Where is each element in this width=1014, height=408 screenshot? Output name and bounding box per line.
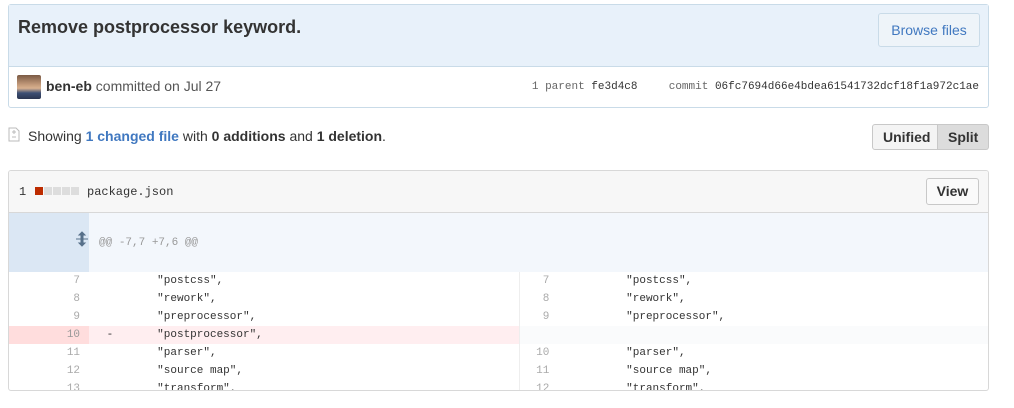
commit-sha: 06fc7694d66e4bdea61541732dcf18f1a972c1ae <box>714 81 979 93</box>
left-code: "preprocessor", <box>130 308 520 326</box>
diff-row: 11 "parser", 10 "parser", <box>9 344 988 362</box>
additions-count: 0 additions <box>211 128 286 144</box>
diffstat-count: 1 <box>19 185 27 199</box>
right-line-number: 7 <box>542 275 550 287</box>
parent-label: 1 parent <box>531 81 585 93</box>
diff-summary-text: Showing 1 changed file with 0 additions … <box>28 128 386 144</box>
left-line-number: 12 <box>66 365 81 377</box>
hunk-text: @@ -7,7 +7,6 @@ <box>89 213 988 272</box>
left-code: "source map", <box>130 362 520 380</box>
file-header: 1 package.json View <box>9 171 988 213</box>
right-line-number <box>519 326 559 344</box>
left-line-number: 9 <box>73 311 81 323</box>
right-marker <box>558 362 599 380</box>
left-code: "rework", <box>130 290 520 308</box>
left-line-number: 10 <box>9 326 90 344</box>
right-code: "rework", <box>599 293 686 305</box>
right-code: "preprocessor", <box>599 311 726 323</box>
diff-row: 13 "transform", 12 "transform", <box>9 380 988 391</box>
left-code: "transform", <box>130 380 520 390</box>
sha-block: 1 parent fe3d4c8 commit 06fc7694d66e4bde… <box>532 81 979 93</box>
commit-date: committed on Jul 27 <box>95 78 222 94</box>
right-marker <box>558 380 599 390</box>
commit-author-line: ben-eb committed on Jul 27 <box>46 78 221 94</box>
and-label: and <box>289 128 313 144</box>
diff-view-toggle: Unified Split <box>872 124 989 150</box>
hunk-header: @@ -7,7 +7,6 @@ <box>9 213 988 272</box>
left-marker <box>89 290 131 308</box>
left-marker: - <box>89 326 131 344</box>
diff-summary: Showing 1 changed file with 0 additions … <box>8 124 989 152</box>
right-marker <box>558 344 599 362</box>
diffstat-neutral-block <box>71 187 79 195</box>
split-button[interactable]: Split <box>938 124 989 150</box>
left-line-number: 11 <box>66 347 81 359</box>
right-code: "postcss", <box>599 275 693 287</box>
parent-sha-link[interactable]: fe3d4c8 <box>591 81 637 93</box>
file-diff-icon <box>8 127 20 142</box>
author-link[interactable]: ben-eb <box>46 78 92 94</box>
right-code: "parser", <box>599 347 686 359</box>
diff-row: 8 "rework", 8 "rework", <box>9 290 988 308</box>
left-line-number: 13 <box>66 383 81 391</box>
commit-box: Remove postprocessor keyword. Browse fil… <box>8 4 989 108</box>
right-marker <box>558 272 599 290</box>
right-code: "transform", <box>599 383 706 391</box>
with-label: with <box>182 128 208 144</box>
diffstat-neutral-block <box>62 187 70 195</box>
left-marker <box>89 380 131 390</box>
right-line-number: 11 <box>536 365 550 377</box>
left-code: "postprocessor", <box>130 326 520 344</box>
right-marker <box>558 308 599 326</box>
diff-row: 9 "preprocessor", 9 "preprocessor", <box>9 308 988 326</box>
diffstat-blocks <box>35 187 79 195</box>
diff-table: @@ -7,7 +7,6 @@ 7 "postcss", 7 "postcss",… <box>9 213 988 391</box>
diff-row: 10- "postprocessor", <box>9 326 988 344</box>
left-line-number: 7 <box>73 275 81 287</box>
left-marker <box>89 362 131 380</box>
right-line-number: 12 <box>536 383 550 391</box>
commit-meta: ben-eb committed on Jul 27 1 parent fe3d… <box>9 67 988 107</box>
deletions-count: 1 deletion <box>316 128 383 144</box>
commit-title: Remove postprocessor keyword. <box>18 17 302 37</box>
browse-files-button[interactable]: Browse files <box>878 13 980 47</box>
period: . <box>382 128 386 144</box>
changed-files-link[interactable]: 1 changed file <box>86 128 179 144</box>
unfold-icon[interactable] <box>9 213 90 272</box>
left-code: "postcss", <box>130 272 520 290</box>
right-marker <box>558 290 599 308</box>
view-file-button[interactable]: View <box>926 178 979 205</box>
right-line-number: 9 <box>542 311 550 323</box>
unified-button[interactable]: Unified <box>872 124 938 150</box>
right-line-number: 8 <box>542 293 550 305</box>
right-code: "source map", <box>599 365 712 377</box>
diffstat-deleted-block <box>35 187 43 195</box>
diff-row: 12 "source map", 11 "source map", <box>9 362 988 380</box>
left-marker <box>89 308 131 326</box>
diff-row: 7 "postcss", 7 "postcss", <box>9 272 988 290</box>
showing-label: Showing <box>28 128 82 144</box>
file-diff: 1 package.json View @@ -7,7 +7,6 @@ 7 "p… <box>8 170 989 391</box>
right-line-number: 10 <box>536 347 550 359</box>
diffstat-neutral-block <box>53 187 61 195</box>
left-code: "parser", <box>130 344 520 362</box>
right-marker <box>558 326 600 344</box>
commit-header: Remove postprocessor keyword. Browse fil… <box>9 5 988 67</box>
left-marker <box>89 272 131 290</box>
right-code <box>599 326 988 344</box>
avatar[interactable] <box>17 75 41 99</box>
diffstat-neutral-block <box>44 187 52 195</box>
left-line-number: 8 <box>73 293 81 305</box>
left-marker <box>89 344 131 362</box>
commit-label: commit <box>668 81 709 93</box>
file-name[interactable]: package.json <box>87 185 173 199</box>
